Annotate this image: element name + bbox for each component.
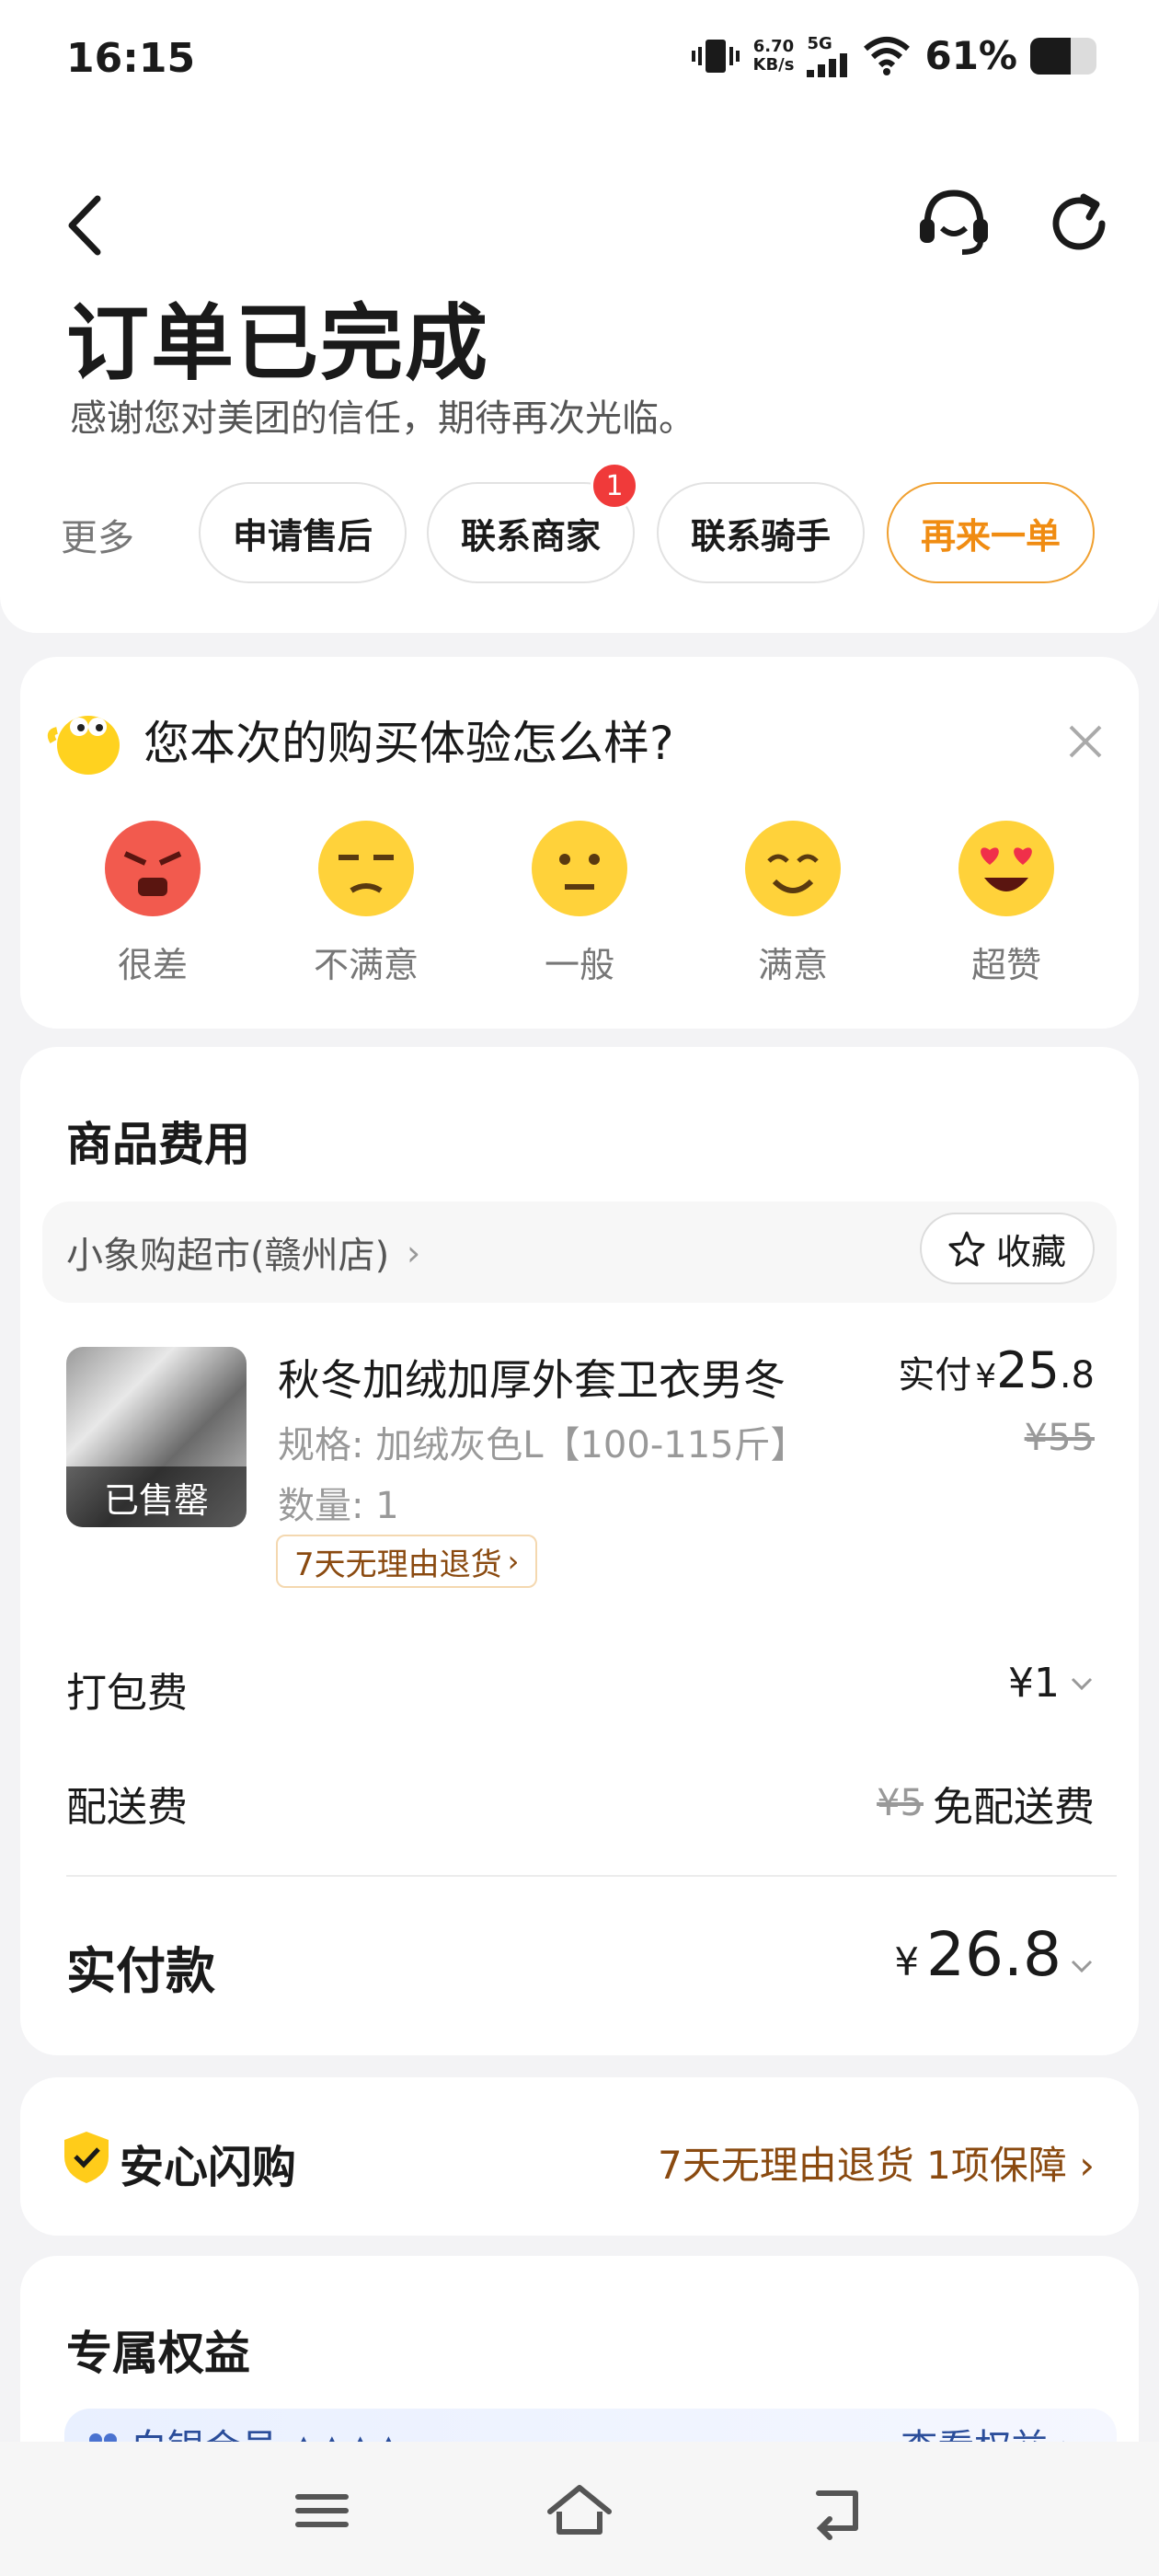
paid-integer: 25 bbox=[996, 1341, 1060, 1399]
angry-face-icon[interactable] bbox=[101, 817, 204, 920]
assurance-link[interactable]: 7天无理由退货 1项保障 › bbox=[658, 2134, 1095, 2191]
delivery-fee-value: ¥5 免配送费 bbox=[877, 1774, 1095, 1833]
status-bar: 16:15 6.70 KB/s 5G 61% bbox=[0, 0, 1159, 129]
close-icon[interactable] bbox=[1065, 721, 1106, 762]
home-icon[interactable] bbox=[543, 2478, 616, 2543]
status-icons: 6.70 KB/s 5G 61% bbox=[691, 33, 1096, 78]
assurance-title: 安心闪购 bbox=[120, 2142, 297, 2193]
battery-percent: 61% bbox=[924, 33, 1017, 78]
shield-check-icon bbox=[64, 2132, 109, 2183]
assurance-link-label: 7天无理由退货 1项保障 bbox=[658, 2143, 1067, 2188]
divider bbox=[66, 1875, 1117, 1877]
back-icon[interactable] bbox=[61, 193, 112, 258]
favorite-button[interactable]: 收藏 bbox=[920, 1213, 1095, 1284]
benefits-title: 专属权益 bbox=[66, 2327, 250, 2380]
rating-label-satisfied: 满意 bbox=[757, 945, 828, 985]
more-label[interactable]: 更多 bbox=[61, 508, 134, 561]
rating-label-unsatisfied: 不满意 bbox=[313, 945, 419, 985]
packing-fee-label: 打包费 bbox=[66, 1670, 188, 1717]
paid-currency: ¥ bbox=[975, 1358, 997, 1396]
network-speed-value: 6.70 bbox=[752, 36, 795, 56]
total-paid-value[interactable]: ¥ 26.8 bbox=[894, 1919, 1095, 1990]
rating-label-excellent: 超赞 bbox=[970, 945, 1041, 985]
battery-icon bbox=[1030, 37, 1096, 75]
product-paid-price: 实付 ¥ 25 .8 bbox=[898, 1341, 1095, 1399]
product-spec: 规格: 加绒灰色L【100-115斤】 bbox=[278, 1424, 808, 1466]
rating-label-average: 一般 bbox=[544, 945, 614, 985]
vibrate-icon bbox=[691, 39, 740, 73]
mascot-icon bbox=[47, 716, 120, 775]
signal-icon bbox=[807, 53, 848, 77]
sold-out-tag: 已售罄 bbox=[66, 1466, 247, 1527]
chevron-right-icon: › bbox=[407, 1233, 421, 1273]
return-policy-tag[interactable]: 7天无理由退货 › bbox=[276, 1535, 538, 1588]
total-paid-label: 实付款 bbox=[66, 1942, 215, 2000]
rating-label-very-bad: 很差 bbox=[117, 945, 188, 985]
neutral-face-icon[interactable] bbox=[528, 817, 631, 920]
assurance-card[interactable]: 安心闪购 7天无理由退货 1项保障 › bbox=[20, 2077, 1139, 2236]
product-name[interactable]: 秋冬加绒加厚外套卫衣男冬 bbox=[278, 1347, 786, 1408]
product-image[interactable]: 已售罄 bbox=[66, 1347, 247, 1527]
chevron-right-icon: › bbox=[507, 1544, 520, 1579]
product-quantity: 数量: 1 bbox=[278, 1485, 399, 1527]
network-speed-unit: KB/s bbox=[752, 54, 795, 75]
contact-rider-button[interactable]: 联系骑手 bbox=[657, 482, 865, 583]
network-type: 5G bbox=[807, 34, 832, 53]
original-price: ¥55 bbox=[1024, 1417, 1095, 1459]
heart-eyes-face-icon[interactable] bbox=[955, 817, 1058, 920]
star-icon bbox=[948, 1231, 985, 1267]
system-nav-bar bbox=[0, 2442, 1159, 2576]
delivery-fee-label: 配送费 bbox=[66, 1784, 188, 1831]
survey-question: 您本次的购买体验怎么样? bbox=[143, 717, 674, 770]
order-header: 订单已完成 感谢您对美团的信任，期待再次光临。 更多 申请售后 联系商家 1 联… bbox=[0, 129, 1159, 633]
back-nav-icon[interactable] bbox=[800, 2478, 874, 2543]
experience-survey: 您本次的购买体验怎么样? 很差 不满意 一般 满意 超赞 bbox=[20, 657, 1139, 1029]
refresh-icon[interactable] bbox=[1045, 190, 1113, 258]
smile-face-icon[interactable] bbox=[741, 817, 844, 920]
status-time: 16:15 bbox=[66, 35, 196, 82]
chevron-down-icon bbox=[1071, 1960, 1093, 1973]
network-speed: 6.70 KB/s bbox=[752, 36, 795, 75]
goods-fee-card: 商品费用 小象购超市(赣州店) › 收藏 已售罄 秋冬加绒加厚外套卫衣男冬 规格… bbox=[20, 1047, 1139, 2055]
menu-icon[interactable] bbox=[285, 2478, 359, 2543]
total-currency: ¥ bbox=[894, 1939, 920, 1984]
chevron-down-icon bbox=[1071, 1677, 1093, 1690]
return-policy-label: 7天无理由退货 bbox=[294, 1546, 502, 1583]
signal-group: 5G bbox=[807, 34, 849, 77]
customer-service-icon[interactable] bbox=[914, 186, 993, 259]
delivery-original-price: ¥5 bbox=[877, 1782, 924, 1824]
paid-decimal: .8 bbox=[1059, 1354, 1095, 1397]
total-amount: 26.8 bbox=[926, 1919, 1061, 1990]
delivery-free-label: 免配送费 bbox=[933, 1784, 1095, 1831]
page-subtitle: 感谢您对美团的信任，期待再次光临。 bbox=[70, 397, 695, 440]
after-sale-button[interactable]: 申请售后 bbox=[199, 482, 407, 583]
page-title: 订单已完成 bbox=[66, 295, 489, 392]
shop-name[interactable]: 小象购超市(赣州店) bbox=[66, 1225, 389, 1279]
reorder-button[interactable]: 再来一单 bbox=[887, 482, 1095, 583]
chevron-right-icon: › bbox=[1079, 2143, 1095, 2188]
merchant-unread-badge: 1 bbox=[591, 462, 638, 510]
favorite-label: 收藏 bbox=[995, 1231, 1066, 1272]
packing-fee-value[interactable]: ¥1 bbox=[1008, 1660, 1095, 1707]
goods-section-title: 商品费用 bbox=[66, 1118, 250, 1171]
unamused-face-icon[interactable] bbox=[315, 817, 418, 920]
wifi-icon bbox=[864, 36, 911, 75]
packing-fee-amount: ¥1 bbox=[1008, 1660, 1060, 1707]
paid-label: 实付 bbox=[898, 1354, 972, 1397]
